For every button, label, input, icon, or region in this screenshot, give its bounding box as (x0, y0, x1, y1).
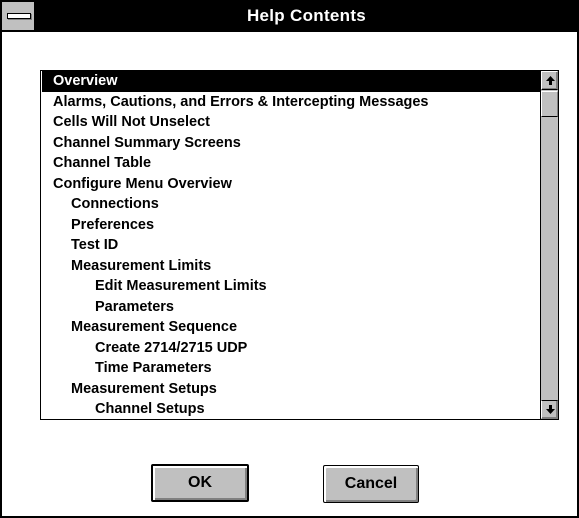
list-item[interactable]: Measurement Setups (41, 379, 540, 400)
system-menu-icon (7, 13, 31, 19)
list-item[interactable]: Channel Table (41, 153, 540, 174)
scroll-up-button[interactable] (541, 71, 558, 90)
list-item[interactable]: Channel Summary Screens (41, 133, 540, 154)
vertical-scrollbar[interactable] (540, 71, 558, 419)
list-item[interactable]: Create 2714/2715 UDP (41, 338, 540, 359)
list-item[interactable]: Cells Will Not Unselect (41, 112, 540, 133)
scroll-thumb[interactable] (541, 91, 558, 117)
list-item[interactable]: Preferences (41, 215, 540, 236)
list-item[interactable]: Test ID (41, 235, 540, 256)
system-menu-button[interactable] (2, 2, 36, 30)
list-item[interactable]: Alarms, Cautions, and Errors & Intercept… (41, 92, 540, 113)
help-topics-list[interactable]: Overview Alarms, Cautions, and Errors & I… (41, 71, 540, 419)
scroll-down-button[interactable] (541, 400, 558, 419)
list-item[interactable]: Measurement Sequence (41, 317, 540, 338)
list-item[interactable]: Edit Measurement Limits (41, 276, 540, 297)
list-item[interactable]: Measurement Limits (41, 256, 540, 277)
ok-button[interactable]: OK (151, 464, 249, 502)
cancel-button[interactable]: Cancel (323, 465, 419, 503)
window-title: Help Contents (246, 6, 367, 25)
help-contents-dialog: Help Contents Overview Alarms, Cautions, … (0, 0, 579, 518)
list-item[interactable]: Time Parameters (41, 358, 540, 379)
title-bar[interactable]: Help Contents (2, 2, 577, 32)
list-item[interactable]: Overview (42, 71, 540, 92)
down-arrow-icon (546, 405, 555, 414)
list-item[interactable]: Configure Menu Overview (41, 174, 540, 195)
up-arrow-icon (546, 76, 555, 85)
list-item[interactable]: Channel Setups (41, 399, 540, 419)
list-item[interactable]: Parameters (41, 297, 540, 318)
help-topics-listbox[interactable]: Overview Alarms, Cautions, and Errors & I… (40, 70, 559, 420)
list-item[interactable]: Connections (41, 194, 540, 215)
